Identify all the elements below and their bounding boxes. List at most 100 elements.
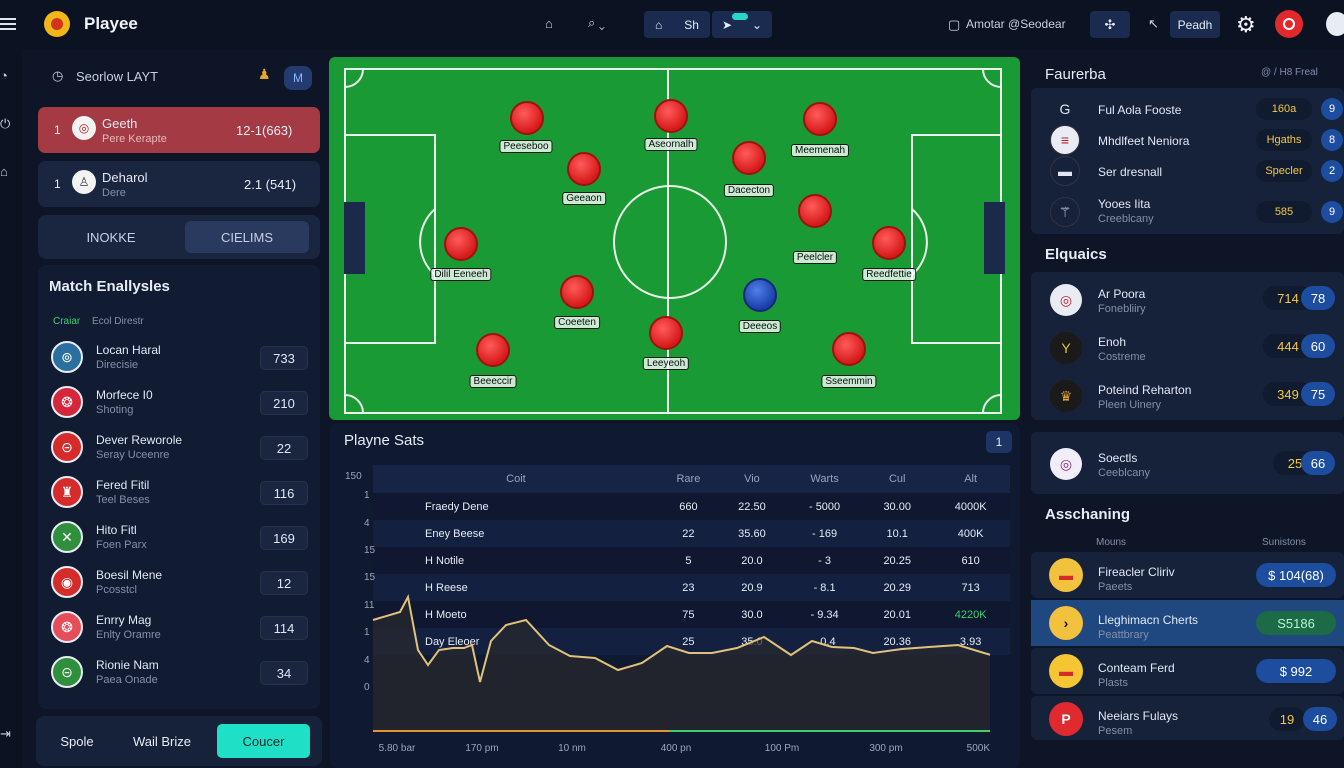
player-row[interactable]: ✕ Hito Fitl Foen Parx 169 <box>38 514 320 560</box>
equalis-logo-icon: Y <box>1050 332 1082 364</box>
asch-logo-icon: P <box>1049 702 1083 736</box>
player-logo-icon: ♜ <box>51 476 83 508</box>
asch-row[interactable]: P Neeiars Fulays Pesem 19 46 <box>1031 696 1344 740</box>
player-row[interactable]: ❂ Morfece I0 Shoting 210 <box>38 379 320 425</box>
equalis-row[interactable]: Y Enoh Costreme 444 60 <box>1031 330 1344 370</box>
equalis-sub: Pleen Uinery <box>1098 399 1161 411</box>
favorite-name: Ful Aola Fooste <box>1098 103 1182 117</box>
stats-page-badge[interactable]: 1 <box>986 431 1012 453</box>
player-logo-icon: ❂ <box>51 386 83 418</box>
favorites-meta: @ / H8 Freal <box>1261 67 1318 78</box>
player-marker-label: Coeeten <box>554 316 600 329</box>
equalis-value-b: 78 <box>1301 286 1335 310</box>
player-value: 733 <box>260 346 308 370</box>
logout-icon[interactable]: ⇥ <box>0 726 11 742</box>
history-icon[interactable]: ◔ <box>0 68 8 83</box>
favorite-count: 2 <box>1321 160 1343 182</box>
favorite-row[interactable]: G Ful Aola Fooste 160a 9 <box>1031 94 1344 124</box>
player-marker-label: Sseemmin <box>821 375 877 388</box>
player-marker[interactable] <box>649 316 683 350</box>
favorite-tag: 160a <box>1256 98 1312 120</box>
player-row[interactable]: ♜ Fered Fitil Teel Beses 116 <box>38 469 320 515</box>
social-value-b: 66 <box>1301 451 1335 475</box>
asch-row[interactable]: ▬ Conteam Ferd Plasts $ 992 <box>1031 648 1344 694</box>
asch-sub: Peattbrary <box>1098 629 1149 641</box>
shield-icon[interactable]: ⌂ <box>0 164 8 179</box>
arrow-icon[interactable]: ↖ <box>1148 16 1159 32</box>
equalis-row[interactable]: ♛ Poteind Reharton Pleen Uinery 349 75 <box>1031 378 1344 418</box>
favorite-row[interactable]: ≡ Mhdlfeet Neniora Hgaths 8 <box>1031 125 1344 155</box>
social-row[interactable]: ◎ Soectls Ceeblcany 25 66 <box>1031 432 1344 494</box>
bell-icon[interactable]: ♟ <box>258 66 271 83</box>
footer-spole-button[interactable]: Spole <box>46 724 108 758</box>
share-button[interactable]: ✣ <box>1090 11 1130 38</box>
asch-col-b: Sunistons <box>1262 537 1306 548</box>
player-logo-icon: ⊝ <box>51 656 83 688</box>
player-marker[interactable] <box>444 227 478 261</box>
left-rail: ◔ ⏻ ⌂ ⇥ <box>0 50 22 768</box>
top-bar: Playee ⌂ ⌕ ⌄ ⌂ Sh ➤ ⌄ ▢ Amotar @Seodear ✣ … <box>0 0 1344 50</box>
record-button[interactable] <box>1275 10 1303 38</box>
gear-icon[interactable]: ⚙ <box>1236 12 1256 38</box>
home-icon: ⌂ <box>655 17 663 32</box>
player-row[interactable]: ⊝ Rionie Nam Paea Onade 34 <box>38 649 320 695</box>
equalis-row[interactable]: ◎ Ar Poora Fonebliiry 714 78 <box>1031 282 1344 322</box>
player-marker[interactable] <box>560 275 594 309</box>
pitch[interactable]: Peeseboo Aseornalh Meemenah Geeaon Dacecton D… <box>329 57 1020 420</box>
player-row[interactable]: ❂ Enrry Mag Enlty Oramre 114 <box>38 604 320 650</box>
equalis-name: Enoh <box>1098 335 1127 349</box>
favorite-count: 8 <box>1321 129 1343 151</box>
footer-wail-button[interactable]: Wail Brize <box>124 724 200 758</box>
player-marker[interactable] <box>510 101 544 135</box>
match-sub: Pere Kerapte <box>102 133 167 145</box>
player-marker[interactable] <box>743 278 777 312</box>
app-logo <box>44 11 70 37</box>
player-row[interactable]: ◉ Boesil Mene Pcosstcl 12 <box>38 559 320 605</box>
player-marker[interactable] <box>732 141 766 175</box>
analysis-sub-b: Ecol Direstr <box>92 316 144 327</box>
match-card-2[interactable]: 1 ♙ Deharol Dere 2.1 (541) <box>38 161 320 207</box>
player-marker[interactable] <box>654 99 688 133</box>
power-icon[interactable]: ⏻ <box>0 116 10 132</box>
player-value: 34 <box>260 661 308 685</box>
player-marker[interactable] <box>803 102 837 136</box>
home-button[interactable]: ⌂ Sh <box>644 11 710 38</box>
social-name: Soectls <box>1098 451 1138 465</box>
camera-icon[interactable]: ⌂ <box>545 16 553 31</box>
player-marker[interactable] <box>798 194 832 228</box>
tab-inokke[interactable]: INOKKE <box>42 221 180 253</box>
player-marker[interactable] <box>832 332 866 366</box>
player-name: Enrry Mag <box>96 613 152 627</box>
hamburger-menu-icon[interactable] <box>0 16 16 32</box>
player-value: 12 <box>260 571 308 595</box>
search-button[interactable]: Peadh <box>1170 11 1220 38</box>
asch-row[interactable]: ▬ Fireacler Cliriv Paeets $ 104(68) <box>1031 552 1344 598</box>
clock-icon[interactable]: ◷ <box>52 68 63 84</box>
tab-cielims[interactable]: CIELIMS <box>185 221 309 253</box>
asch-row[interactable]: › Lleghimacn Cherts Peattbrary S5186 <box>1031 600 1344 646</box>
player-marker-label: Dilil Eeneeh <box>430 268 492 281</box>
player-value: 116 <box>260 481 308 505</box>
player-row[interactable]: ⊚ Locan Haral Direcisie 733 <box>38 334 320 380</box>
tab-bar: INOKKE CIELIMS <box>38 215 320 259</box>
player-row[interactable]: ⊝ Dever Reworole Seray Uceenre 22 <box>38 424 320 470</box>
avatar[interactable] <box>1326 12 1344 36</box>
window-icon[interactable]: ▢ <box>948 17 960 33</box>
favorite-row[interactable]: ▬ Ser dresnall Specler 2 <box>1031 156 1344 186</box>
asch-sub: Pesem <box>1098 725 1133 737</box>
favorite-row[interactable]: ⚚ Yooes Iita Creeblcany 585 9 <box>1031 197 1344 227</box>
player-marker[interactable] <box>567 152 601 186</box>
search-icon[interactable]: ⌕ ⌄ <box>588 15 605 31</box>
x-tick-label: 10 nm <box>558 743 586 754</box>
mode-toggle[interactable]: M <box>284 66 312 90</box>
asch-price: $ 992 <box>1256 659 1336 683</box>
footer-coucer-button[interactable]: Coucer <box>217 724 310 758</box>
player-marker[interactable] <box>476 333 510 367</box>
favorite-tag: Specler <box>1256 160 1312 182</box>
player-marker[interactable] <box>872 226 906 260</box>
equalis-name: Ar Poora <box>1098 287 1146 301</box>
favorite-tag: 585 <box>1256 201 1312 223</box>
match-card-1[interactable]: 1 ◎ Geeth Pere Kerapte 12-1(663) <box>38 107 320 153</box>
social-sub: Ceeblcany <box>1098 467 1150 479</box>
analysis-title: Match Enallysles <box>49 278 170 295</box>
